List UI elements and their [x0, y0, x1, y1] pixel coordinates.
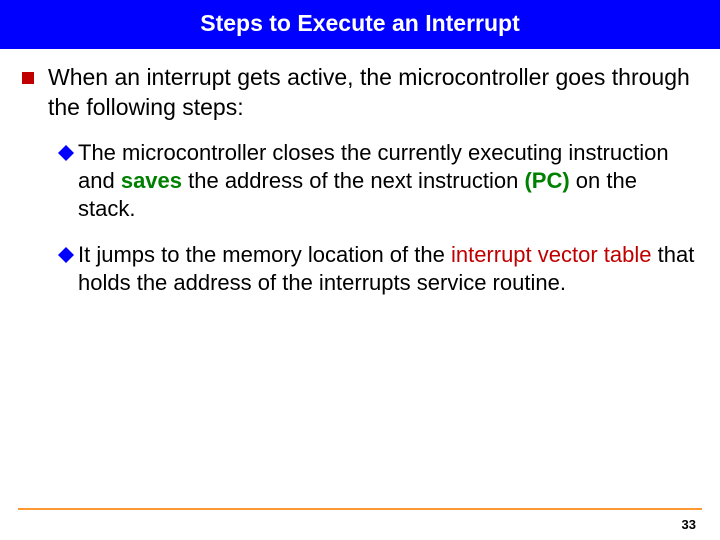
sub-bullet-item: The microcontroller closes the currently…: [58, 139, 698, 223]
sub-bullet-list: The microcontroller closes the currently…: [22, 139, 698, 298]
diamond-bullet-icon: [58, 145, 74, 161]
intro-text: When an interrupt gets active, the micro…: [48, 63, 698, 123]
footer-divider: [18, 508, 702, 510]
slide-title: Steps to Execute an Interrupt: [0, 0, 720, 49]
square-bullet-icon: [22, 72, 34, 84]
sub-bullet-item: It jumps to the memory location of the i…: [58, 241, 698, 297]
intro-bullet: When an interrupt gets active, the micro…: [22, 63, 698, 123]
slide-body: When an interrupt gets active, the micro…: [0, 49, 720, 298]
diamond-bullet-icon: [58, 247, 74, 263]
page-number: 33: [682, 517, 696, 532]
sub-bullet-text: The microcontroller closes the currently…: [78, 139, 698, 223]
sub-bullet-text: It jumps to the memory location of the i…: [78, 241, 698, 297]
